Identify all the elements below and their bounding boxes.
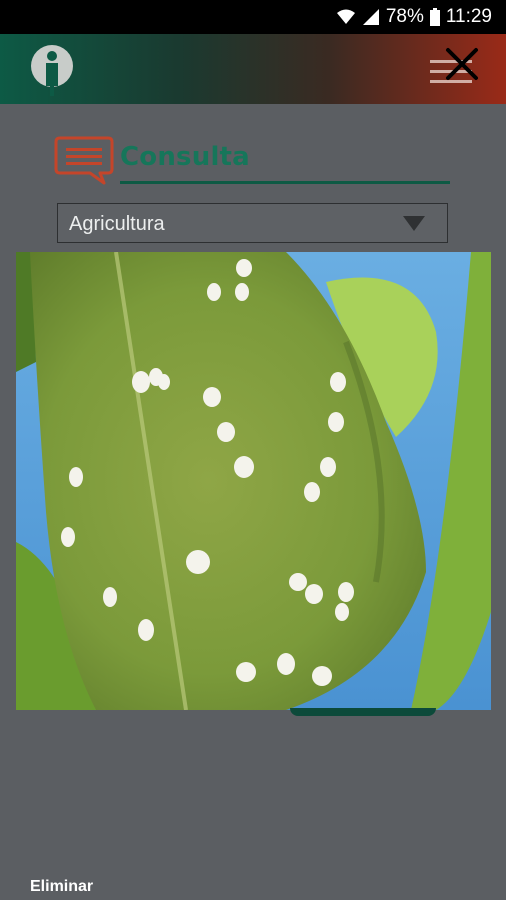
leaf-with-whiteflies-photo[interactable] [16,252,491,710]
wifi-icon [336,8,356,26]
category-select[interactable]: Agricultura [57,203,448,243]
chevron-down-icon [403,216,425,231]
status-bar: 78% 11:29 [0,0,506,34]
title-underline [120,181,450,184]
status-indicators: 78% 11:29 [336,6,492,28]
app-bar [0,34,506,104]
battery-percentage: 78% [385,6,424,27]
battery-icon [429,8,440,26]
category-select-value: Agricultura [69,213,165,235]
partially-hidden-button[interactable] [290,708,436,716]
clock: 11:29 [445,6,492,27]
page-title: Consulta [120,142,250,172]
info-person-icon [28,44,76,96]
chat-bubble-icon [54,135,114,185]
signal-icon [362,8,380,26]
delete-button[interactable]: Eliminar [30,878,93,896]
hamburger-close-icon[interactable] [424,40,484,96]
